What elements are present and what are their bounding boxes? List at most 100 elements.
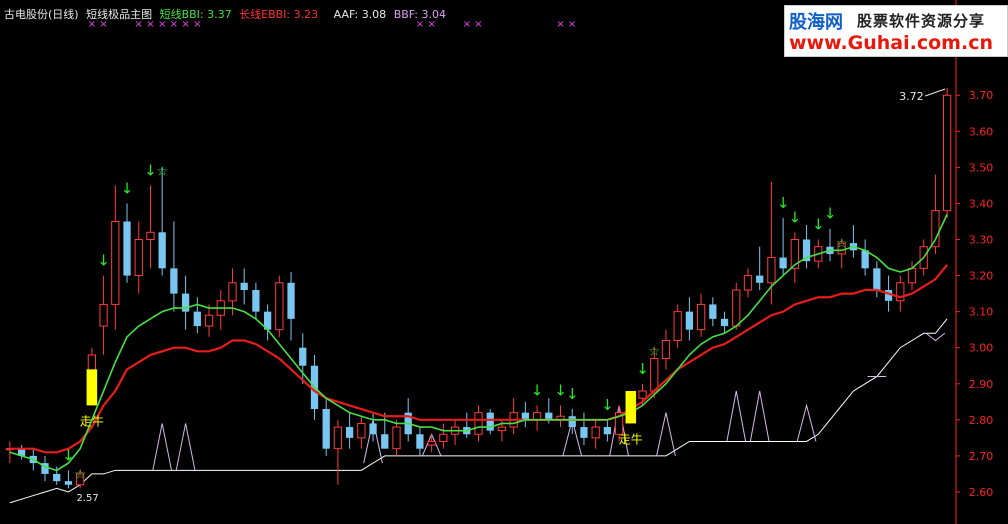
candle-body [53,473,61,482]
star-marker: ☆ [156,164,168,179]
down-arrow: ↓ [121,179,134,197]
x-marker: × [568,19,576,30]
spike-line [152,423,173,471]
candle-body [603,427,612,435]
axis-tick-label: 2.90 [969,378,994,391]
axis-tick-label: 3.30 [969,234,994,247]
axis-tick-label: 3.10 [969,306,994,319]
x-marker: × [556,19,564,30]
signal-label: 走牛 [80,413,104,428]
candle-body [345,427,354,438]
candle-body [709,304,717,319]
signal-label: 走牛 [619,431,643,446]
aaf-value: 3.08 [361,8,387,21]
candle-body [99,303,108,327]
candle-body [732,289,741,327]
candle-body [204,314,214,327]
candle-body [111,220,120,305]
candle-body [743,275,753,291]
candle-body [638,390,647,399]
long-ebbi-value: 3.23 [293,8,319,21]
candle-body [568,416,576,428]
indicator-header: 古电股份(日线) 短线极品主图 短线BBI: 3.37 长线EBBI: 3.23… [4,6,450,22]
down-arrow: ↓ [62,446,75,464]
star-marker: ☆ [836,237,848,252]
candle-body [720,318,729,327]
bbf-label: BBF: [393,8,418,21]
candle-body [193,311,201,327]
candle-body [170,268,178,294]
candlestick-chart: 2.60 2.70 2.80 2.90 3.00 3.10 3.20 3.30 3.40 3.50… [5,0,994,524]
candle-body [943,94,952,212]
candle-body [64,481,73,485]
down-arrow: ↓ [777,194,790,212]
axis-tick-label: 2.70 [969,450,994,463]
star-marker: ☆ [74,467,86,482]
logo-url: www.Guhai.com.cn [789,32,993,54]
down-arrow: ↓ [144,161,157,179]
candle-body [181,293,190,312]
candle-body [756,275,764,283]
spike-line [749,390,770,442]
axis-tick-label: 2.80 [969,414,994,427]
down-arrow: ↓ [824,205,837,223]
candle-body [474,412,483,435]
candle-body [299,347,307,366]
candle-body [287,282,295,319]
candle-body [673,311,682,341]
candle-body [369,423,377,435]
axis-tick-label: 3.00 [969,342,994,355]
candle-body [661,339,671,360]
axis-tick-label: 3.40 [969,197,994,210]
watermark-logo: 股海网 股票软件资源分享 www.Guhai.com.cn [784,5,1008,57]
candle-body [580,427,588,438]
candle-body [931,210,940,248]
axis-tick-label: 3.70 [969,89,994,102]
stock-name: 古电股份(日线) [4,8,79,21]
short-bbi-value: 3.37 [207,8,232,21]
short-bbi-label: 短线BBI: [159,8,204,21]
bbf-value: 3.04 [421,8,446,21]
candle-body [696,303,706,331]
x-marker: × [474,19,482,30]
candle-body [392,426,401,450]
max-price-label: 3.72 [899,90,924,103]
down-arrow: ↓ [601,396,614,414]
signal-bar [86,369,98,406]
candle-body [357,422,366,439]
down-arrow: ↓ [789,208,802,226]
axis-tick-label: 2.60 [969,486,994,499]
aaf-label: AAF: [333,8,359,21]
axis-tick-label: 3.50 [969,161,994,174]
candle-body [873,268,881,290]
candle-body [123,221,131,276]
candle-body [591,426,600,439]
down-arrow: ↓ [566,385,579,403]
axis-tick-label: 3.60 [969,125,994,138]
signal-bar [625,390,637,424]
candle-body [252,290,260,312]
logo-slogan: 股票软件资源分享 [857,12,986,30]
down-arrow: ↓ [636,360,649,378]
candle-body [333,426,343,450]
spike-line [726,390,747,442]
candle-body [439,433,448,442]
candle-body [486,412,494,431]
axis-tick-label: 3.20 [969,270,994,283]
candle-body [907,267,917,284]
candle-body [134,239,143,277]
candle-body [767,257,776,284]
candle-body [381,434,389,449]
indicator-name: 短线极品主图 [86,8,153,21]
candle-body [685,311,694,330]
long-ebbi-label: 长线EBBI: [239,8,291,21]
price-axis: 2.60 2.70 2.80 2.90 3.00 3.10 3.20 3.30 3.40 3.50… [955,0,994,524]
min-price-label: 2.57 [76,493,98,504]
candle-body [146,231,155,241]
candle-body [158,232,166,269]
candle-body [228,282,237,302]
down-arrow: ↓ [554,381,567,399]
candle-body [416,434,424,449]
star-marker: ☆ [648,345,660,360]
candles [5,88,952,489]
